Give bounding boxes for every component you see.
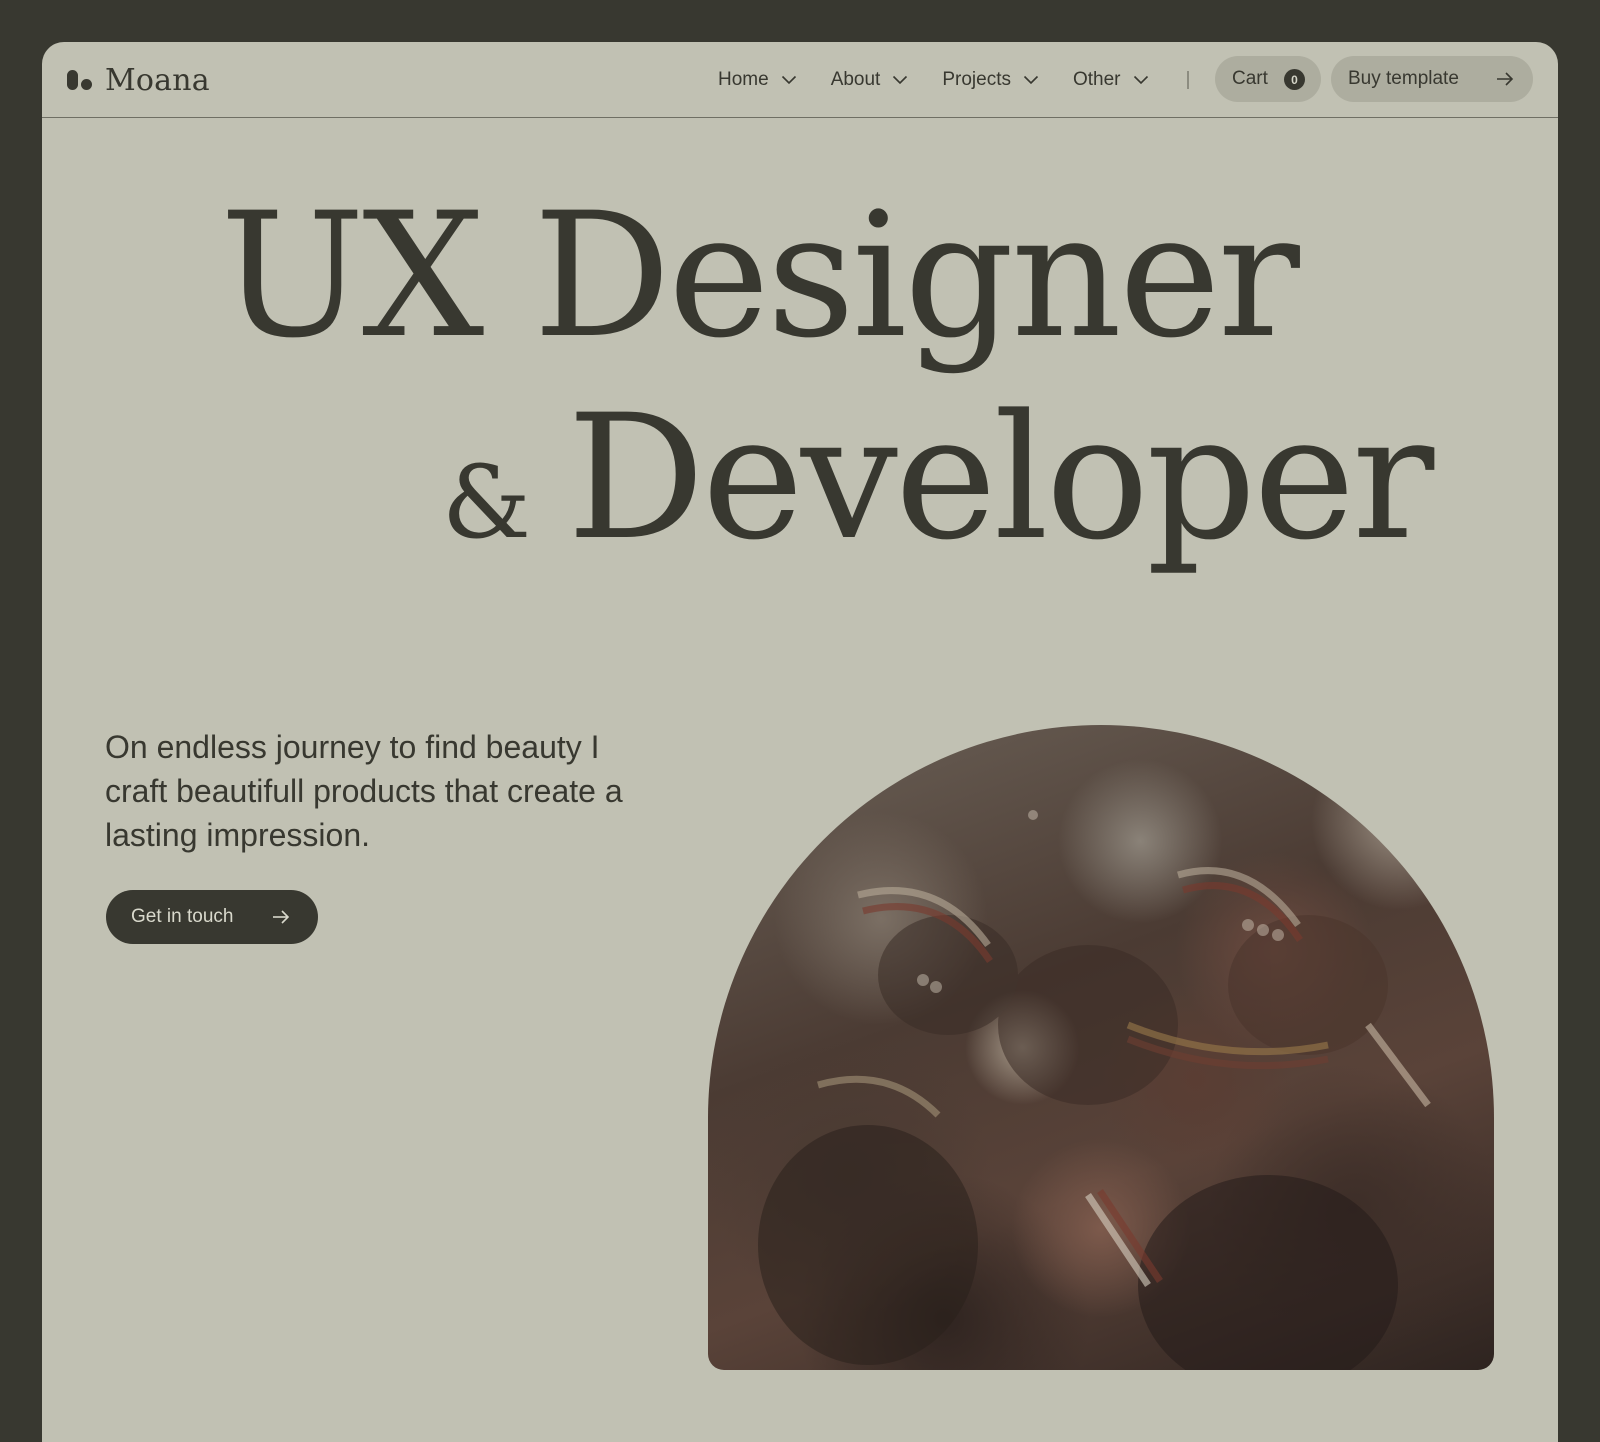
brand-name: Moana [105,62,210,98]
hero-tagline: On endless journey to find beauty I craf… [105,729,623,853]
hero-title-word: Developer [567,377,1434,578]
nav-item-other[interactable]: Other [1073,69,1149,91]
site-header: Moana Home About Projects Other Cart 0 B… [42,42,1558,118]
chevron-down-icon [893,75,908,85]
buy-template-label: Buy template [1348,68,1459,89]
chevron-down-icon [1023,75,1039,85]
cta-label: Get in touch [131,906,234,927]
hero-ampersand: & [442,444,532,561]
nav-item-about[interactable]: About [831,69,909,91]
brand-link[interactable]: Moana [67,56,210,104]
chevron-down-icon [1133,75,1148,85]
hero-title-line2: & Developer [442,392,1434,564]
nav-item-label: About [830,69,881,90]
main-nav: Home About Projects Other [718,56,1183,104]
chevron-down-icon [781,75,796,85]
arrow-right-icon [1497,72,1514,86]
hero-photo [708,725,1494,1370]
get-in-touch-button[interactable]: Get in touch [106,890,318,944]
cart-button[interactable]: Cart 0 [1215,56,1321,102]
hero-photo-texture [758,810,1431,1370]
nav-item-label: Projects [942,69,1011,90]
arrow-right-icon [273,910,290,924]
nav-item-label: Home [718,69,769,90]
nav-divider [1187,71,1189,89]
page-frame: Moana Home About Projects Other Cart 0 B… [42,42,1558,1442]
buy-template-button[interactable]: Buy template [1331,56,1533,102]
nav-item-label: Other [1072,69,1121,90]
nav-item-projects[interactable]: Projects [942,69,1039,91]
hero-title-line1: UX Designer [220,175,1300,376]
nav-item-home[interactable]: Home [718,69,797,91]
cart-label: Cart [1232,68,1268,89]
cart-count-badge: 0 [1284,69,1305,90]
moana-logo-icon [67,69,93,91]
